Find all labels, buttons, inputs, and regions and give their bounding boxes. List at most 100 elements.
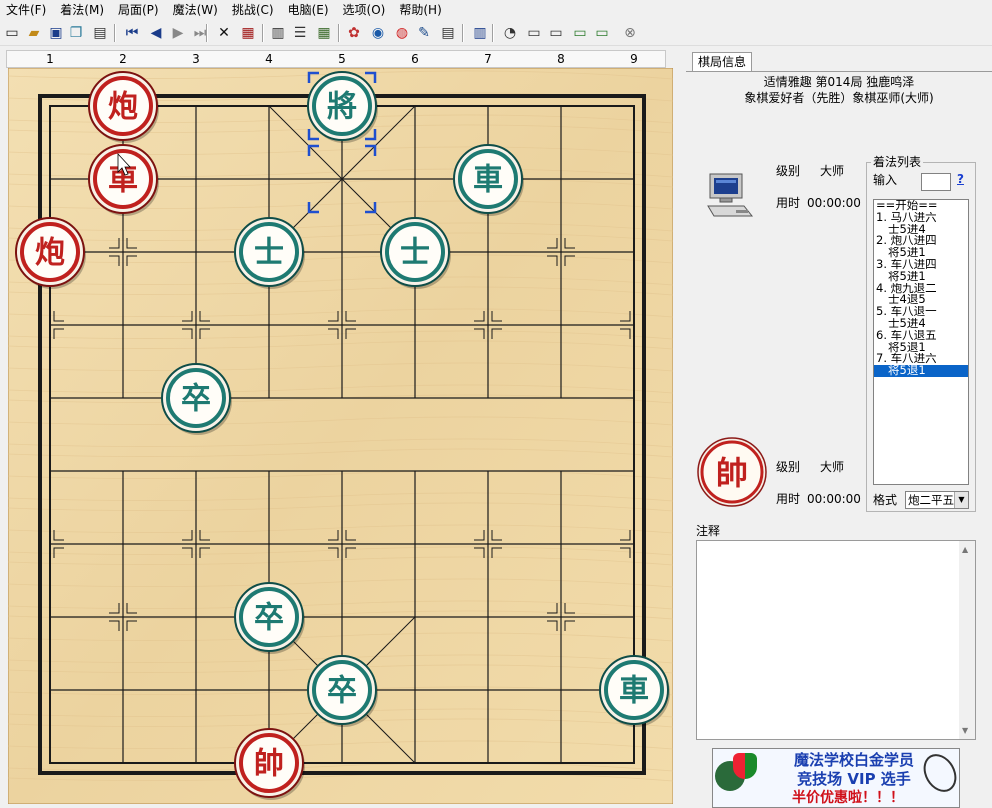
top-player-level: 大师 (820, 164, 845, 178)
toolbar-separator (462, 24, 464, 42)
bottom-player-level: 大师 (820, 460, 845, 474)
copy-icon[interactable]: ❐ (66, 23, 86, 43)
move-item[interactable]: 6. 车八退五 (874, 330, 968, 342)
piece-char: 車 (619, 674, 649, 709)
properties-icon[interactable]: ▤ (90, 23, 110, 43)
book-icon[interactable]: ▥ (470, 23, 490, 43)
menu-computer[interactable]: 电脑(E) (282, 0, 337, 20)
file-label: 7 (484, 52, 492, 66)
calendar-icon[interactable]: ▥ (268, 23, 288, 43)
menu-moves[interactable]: 着法(M) (54, 0, 112, 20)
file-label: 3 (192, 52, 200, 66)
piece-char: 炮 (108, 90, 138, 125)
format-label: 格式 (873, 493, 898, 507)
first-move-icon[interactable]: ⏮ (122, 23, 142, 43)
piece-char: 士 (254, 236, 284, 271)
move-item[interactable]: 7. 车八进六 (874, 353, 968, 365)
game-players: 象棋爱好者（先胜）象棋巫师(大师) (744, 91, 934, 105)
menu-challenge[interactable]: 挑战(C) (226, 0, 282, 20)
movelist-title: 着法列表 (871, 155, 924, 169)
prev-move-icon[interactable]: ◀ (146, 23, 166, 43)
file-label: 5 (338, 52, 346, 66)
notes-textarea[interactable]: ▲ ▼ (696, 540, 976, 740)
bottom-player-level-label: 级别 (776, 460, 801, 474)
move-item[interactable]: 2. 炮八进四 (874, 235, 968, 247)
menu-file[interactable]: 文件(F) (0, 0, 54, 20)
move-list[interactable]: ==开始== 1. 马八进六 士5进4 2. 炮八进四 将5进1 3. 车八进四 将5进1 4… (873, 199, 969, 485)
calculator-icon[interactable]: ▦ (314, 23, 334, 43)
globe-icon[interactable]: ◉ (368, 23, 388, 43)
file-label: 6 (411, 52, 419, 66)
notes-scrollbar[interactable]: ▲ ▼ (959, 541, 975, 739)
chart-icon[interactable]: ▭ (592, 23, 612, 43)
weibo-icon[interactable]: ◍ (392, 23, 412, 43)
format-select[interactable]: 炮二平五 ▼ (905, 491, 969, 509)
last-move-icon[interactable]: ⏭ (190, 23, 210, 43)
move-item[interactable]: 5. 车八退一 (874, 306, 968, 318)
move-item[interactable]: 将5进1 (874, 271, 968, 283)
toolbar-separator (492, 24, 494, 42)
palette-icon[interactable]: ✿ (344, 23, 364, 43)
help-link[interactable]: ? (957, 172, 964, 186)
input-label: 输入 (873, 173, 898, 187)
file-label: 1 (46, 52, 54, 66)
move-item-selected[interactable]: 将5退1 (874, 365, 968, 377)
move-item[interactable]: 将5进1 (874, 247, 968, 259)
move-item[interactable]: ==开始== (874, 200, 968, 212)
menu-options[interactable]: 选项(O) (337, 0, 394, 20)
move-item[interactable]: 士4退5 (874, 294, 968, 306)
move-item[interactable]: 士5进4 (874, 318, 968, 330)
engine3-icon[interactable]: ▭ (570, 23, 590, 43)
toolbar-separator (114, 24, 116, 42)
move-item[interactable]: 1. 马八进六 (874, 212, 968, 224)
move-item[interactable]: 将5退1 (874, 342, 968, 354)
scroll-down-icon[interactable]: ▼ (962, 726, 968, 735)
tab-underline (686, 71, 992, 72)
menu-magic[interactable]: 魔法(W) (167, 0, 226, 20)
piece-char: 帥 (254, 747, 284, 782)
tab-game-info[interactable]: 棋局信息 (692, 52, 753, 72)
piece-char: 將 (327, 90, 357, 125)
file-coordinate-ruler: 1 2 3 4 5 6 7 8 9 (6, 50, 666, 68)
move-item[interactable]: 3. 车八进四 (874, 259, 968, 271)
stop-icon[interactable]: ⊗ (620, 23, 640, 43)
scroll-up-icon[interactable]: ▲ (962, 545, 968, 554)
file-label: 9 (630, 52, 638, 66)
engine1-icon[interactable]: ▭ (524, 23, 544, 43)
toolbar-separator (338, 24, 340, 42)
piece-char: 士 (400, 236, 430, 271)
move-input[interactable] (921, 173, 951, 191)
clipboard-icon[interactable]: ▤ (438, 23, 458, 43)
save-icon[interactable]: ▣ (46, 23, 66, 43)
piece-char: 炮 (35, 236, 65, 271)
delete-icon[interactable]: ✕ (214, 23, 234, 43)
move-item[interactable]: 4. 炮九退二 (874, 283, 968, 295)
engine2-icon[interactable]: ▭ (546, 23, 566, 43)
piece-char: 卒 (254, 601, 284, 636)
top-player-time: 00:00:00 (807, 196, 861, 210)
tree-icon[interactable]: ☰ (290, 23, 310, 43)
paste-icon[interactable]: ▦ (238, 23, 258, 43)
clock-icon[interactable]: ◔ (500, 23, 520, 43)
top-player-level-label: 级别 (776, 164, 801, 178)
promo-line-3: 半价优惠啦！！！ (792, 790, 904, 806)
script-icon[interactable]: ✎ (414, 23, 434, 43)
menu-help[interactable]: 帮助(H) (393, 0, 449, 20)
file-label: 2 (119, 52, 127, 66)
move-item[interactable]: 士5进4 (874, 224, 968, 236)
piece-char: 卒 (327, 674, 357, 709)
xiangqi-app-window: 文件(F) 着法(M) 局面(P) 魔法(W) 挑战(C) 电脑(E) 选项(O… (0, 0, 992, 808)
chevron-down-icon[interactable]: ▼ (954, 492, 968, 508)
promo-line-1: 魔法学校白金学员 (793, 751, 914, 769)
promo-banner[interactable]: 魔法学校白金学员 竞技场 VIP 选手 半价优惠啦！！！ (712, 748, 960, 808)
chessboard[interactable]: 炮將車車炮士士卒卒車卒帥 (8, 68, 673, 804)
file-label: 8 (557, 52, 565, 66)
menu-bar: 文件(F) 着法(M) 局面(P) 魔法(W) 挑战(C) 电脑(E) 选项(O… (0, 0, 992, 20)
next-move-icon[interactable]: ▶ (168, 23, 188, 43)
piece-char: 卒 (181, 382, 211, 417)
new-icon[interactable]: ▭ (2, 23, 22, 43)
open-icon[interactable]: ▰ (24, 23, 44, 43)
board-canvas[interactable]: 炮將車 車炮士士卒卒車卒帥 (8, 68, 673, 804)
menu-position[interactable]: 局面(P) (112, 0, 167, 20)
promo-line-2: 竞技场 VIP 选手 (797, 770, 911, 788)
